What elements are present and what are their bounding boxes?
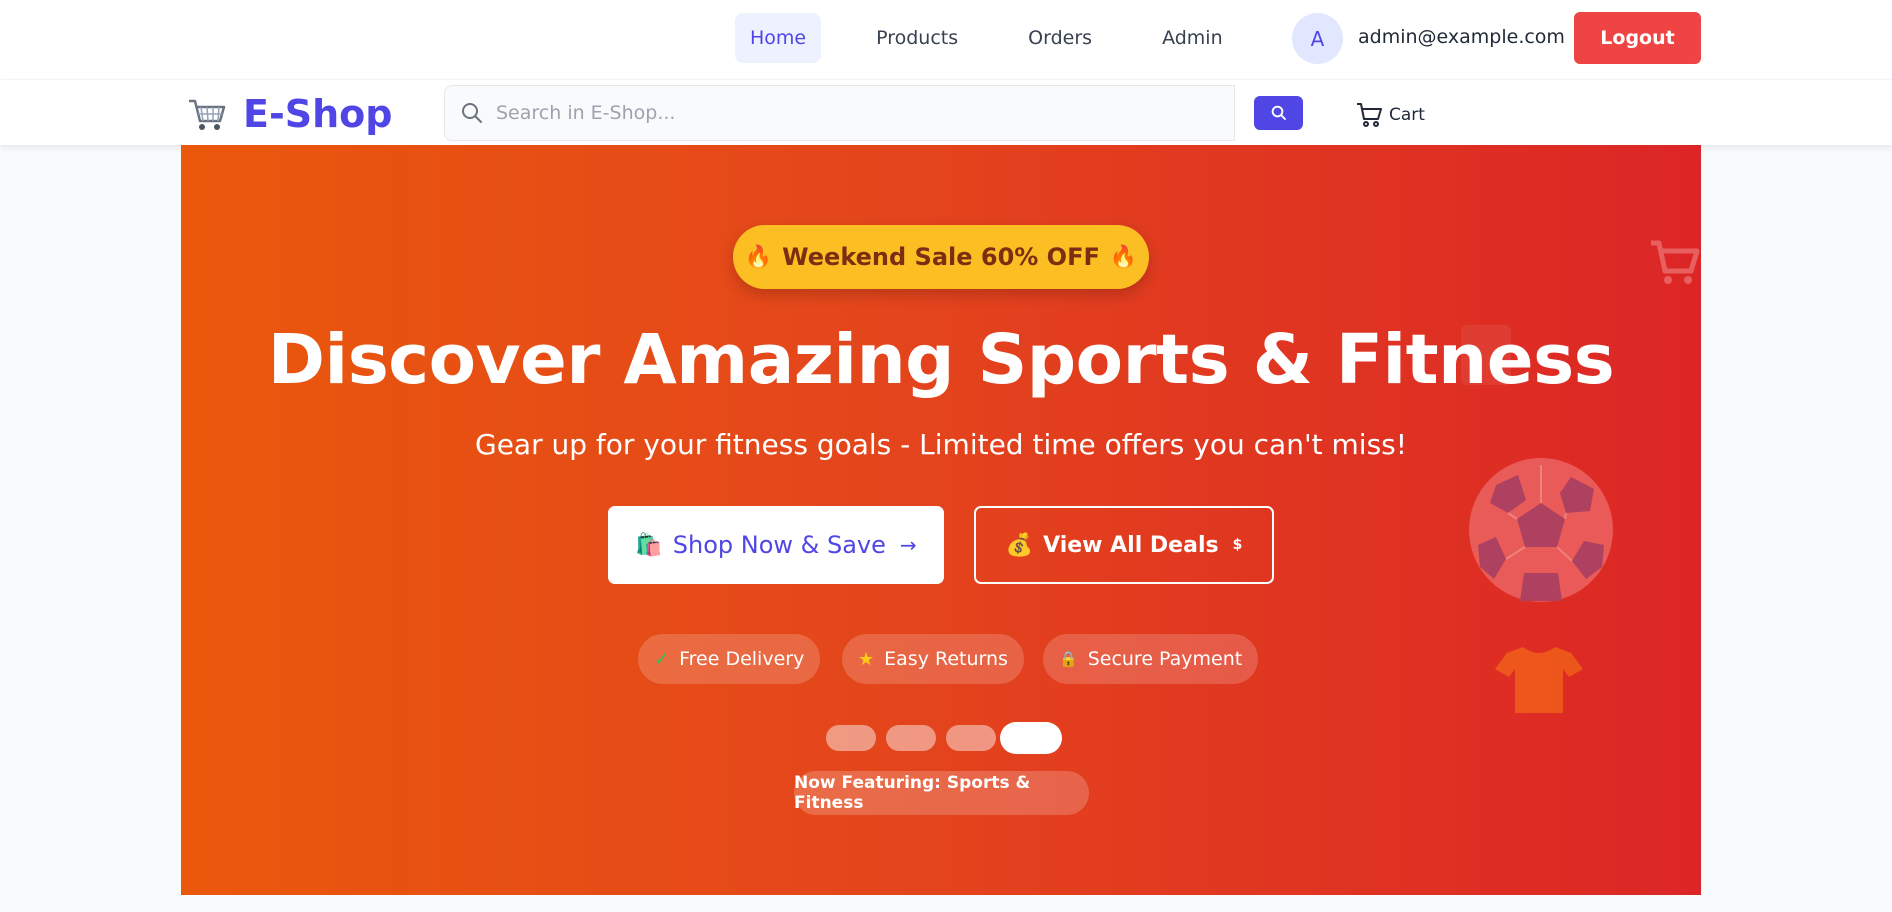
lock-icon: 🔒 [1059,650,1078,668]
feature-label: Easy Returns [884,648,1008,670]
top-navbar: Home Products Orders Admin A admin@examp… [0,0,1892,79]
hero-banner: 🔥 Weekend Sale 60% OFF 🔥 Discover Amazin… [181,145,1701,895]
sale-badge: 🔥 Weekend Sale 60% OFF 🔥 [733,225,1149,289]
soccer-ball-icon [1469,458,1613,602]
search-icon [1271,105,1286,120]
main-nav: Home Products Orders Admin [735,13,1278,63]
carousel-dot[interactable] [826,725,876,751]
tshirt-icon [1495,647,1583,713]
feature-free-delivery: ✓ Free Delivery [638,634,821,684]
brand-logo[interactable]: E-Shop [243,92,392,136]
carousel-dot[interactable] [946,725,996,751]
dollar-icon: $ [1232,537,1243,553]
cart-link[interactable]: Cart [1355,101,1425,129]
sale-badge-text: Weekend Sale 60% OFF [782,243,1100,271]
view-deals-button[interactable]: 💰 View All Deals $ [974,506,1274,584]
cart-label: Cart [1389,105,1425,125]
feature-label: Secure Payment [1087,648,1243,670]
user-email: admin@example.com [1358,26,1565,48]
featuring-label: Now Featuring: Sports & Fitness [794,771,1089,815]
feature-label: Free Delivery [679,648,805,670]
logout-button[interactable]: Logout [1574,12,1701,64]
cart-icon [1357,103,1382,127]
shopping-cart-icon [1651,240,1700,284]
search-bar-row: E-Shop Cart [0,79,1892,145]
search-input[interactable] [496,102,1196,124]
nav-item-home[interactable]: Home [735,13,822,63]
search-button[interactable] [1254,96,1303,130]
check-icon: ✓ [654,648,670,670]
star-icon: ★ [858,648,875,670]
search-box [444,85,1235,141]
flame-icon: 🔥 [744,244,773,270]
shop-now-button[interactable]: 🛍️ Shop Now & Save → [608,506,944,584]
feature-easy-returns: ★ Easy Returns [842,634,1024,684]
arrow-right-icon: → [899,533,917,557]
shopping-bag-icon: 🛍️ [635,532,663,558]
money-bag-icon: 💰 [1005,532,1034,558]
carousel-dot[interactable] [886,725,936,751]
feature-secure-payment: 🔒 Secure Payment [1043,634,1259,684]
nav-item-admin[interactable]: Admin [1147,13,1238,63]
hero-subtitle: Gear up for your fitness goals - Limited… [475,428,1407,461]
nav-item-orders[interactable]: Orders [1013,13,1107,63]
search-icon [462,103,482,123]
view-deals-label: View All Deals [1043,532,1219,558]
flame-icon: 🔥 [1109,244,1138,270]
carousel-dot-active[interactable] [1000,722,1062,754]
nav-item-products[interactable]: Products [861,13,973,63]
shop-now-label: Shop Now & Save [672,531,886,559]
hero-title: Discover Amazing Sports & Fitness [267,320,1615,400]
shopping-cart-icon [189,99,226,130]
avatar[interactable]: A [1292,13,1343,64]
